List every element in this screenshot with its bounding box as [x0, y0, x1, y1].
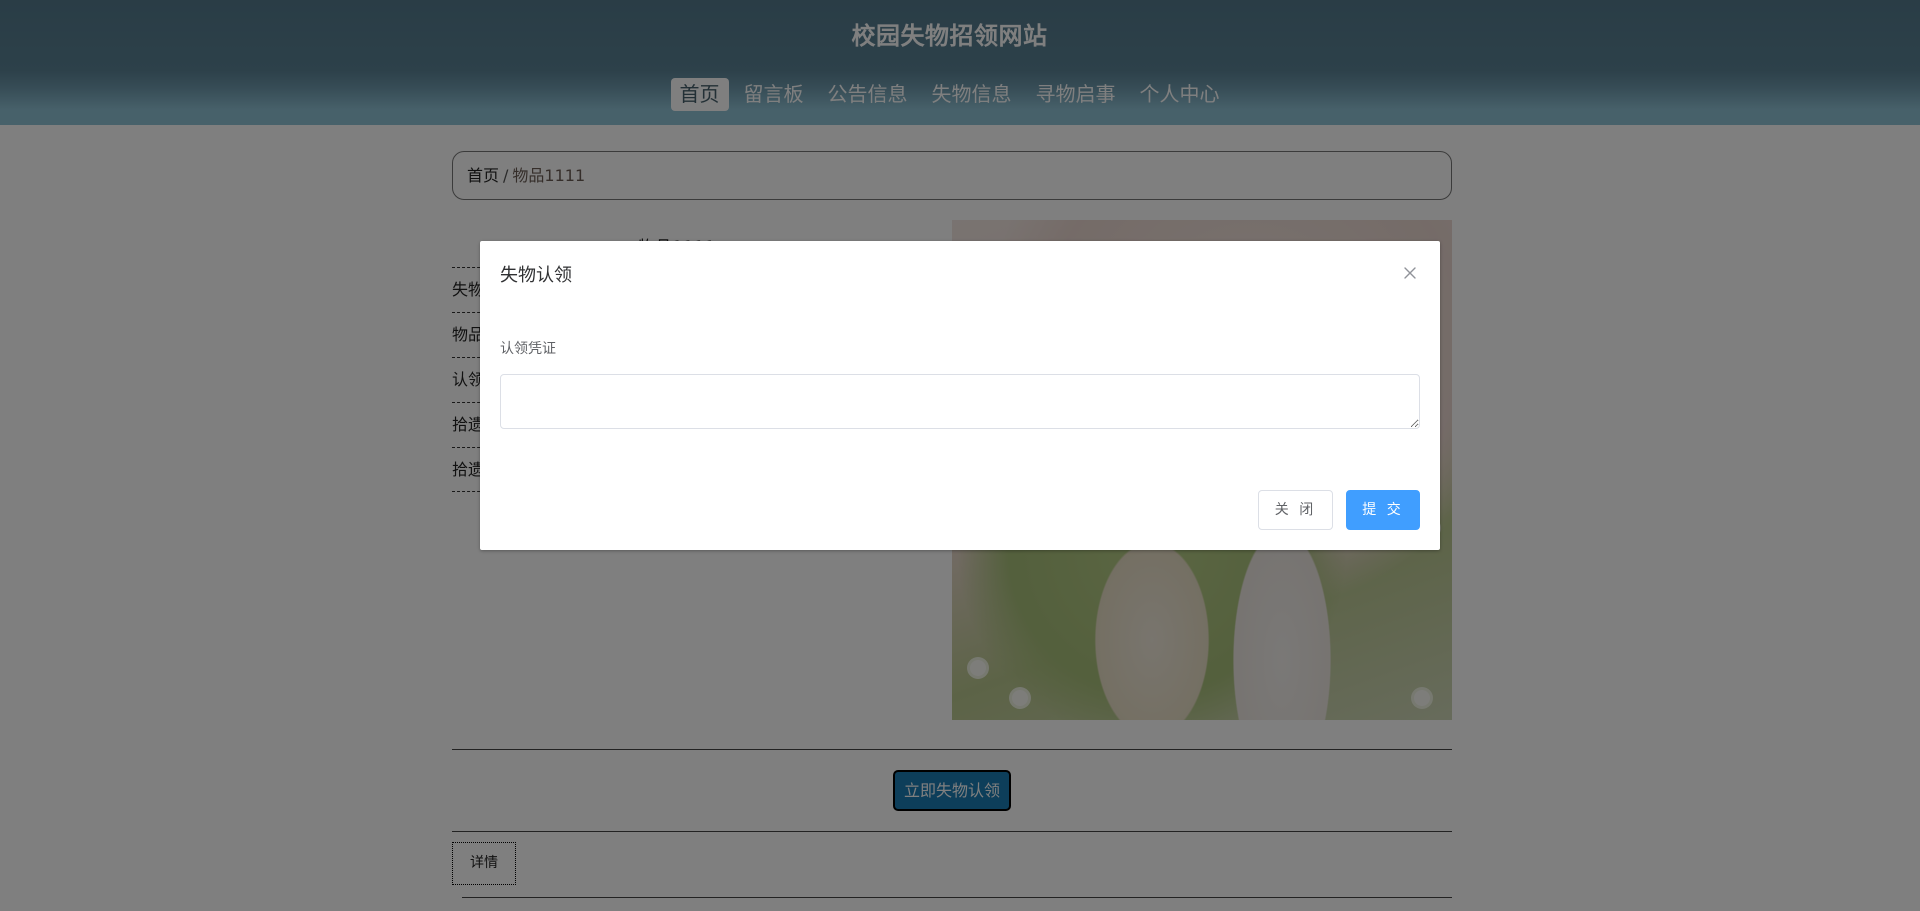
close-button[interactable]: 关 闭	[1258, 490, 1333, 530]
close-icon[interactable]	[1400, 263, 1420, 283]
claim-proof-input[interactable]	[500, 374, 1420, 429]
claim-dialog: 失物认领 认领凭证 关 闭 提 交	[480, 241, 1440, 550]
submit-button[interactable]: 提 交	[1346, 490, 1420, 530]
claim-proof-label: 认领凭证	[500, 341, 556, 357]
dialog-title: 失物认领	[500, 265, 572, 286]
